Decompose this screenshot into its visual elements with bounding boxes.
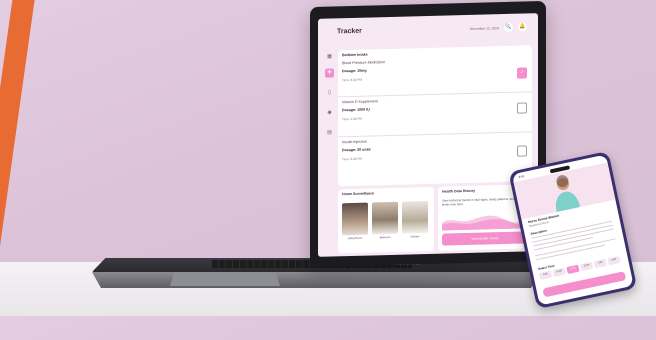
search-icon[interactable]: 🔍 <box>504 22 513 33</box>
page-title: Tracker <box>337 27 362 36</box>
camera-icon[interactable]: ◉ <box>325 108 334 117</box>
trackpad <box>170 272 280 286</box>
time-slot[interactable]: 10:00 <box>552 267 566 277</box>
app-screen: Tracker November 12, 2024 🔍 🔔 ▦ ✚ ▯ ◉ ▤ … <box>318 13 538 257</box>
doc-icon[interactable]: ▤ <box>325 128 334 137</box>
time-slot[interactable]: 2:00 <box>607 255 621 266</box>
medication-dose: Dosage: 20 units <box>342 147 371 153</box>
time-slot-selected[interactable]: 11:00 <box>566 264 580 275</box>
top-bar: Tracker November 12, 2024 🔍 🔔 <box>318 13 538 47</box>
time-slot[interactable]: 9:00 <box>538 270 553 280</box>
camera-label: Living Room <box>347 236 363 241</box>
medication-time: Time: 2:00 PM <box>342 116 363 122</box>
phone-status-time: 9:41 <box>518 173 525 180</box>
medication-row: Vitamin D Supplement Dosage: 1000 IU Tim… <box>338 91 532 138</box>
camera-feed-kitchen[interactable] <box>402 201 428 234</box>
laptop-front <box>92 272 540 288</box>
medication-dose: Dosage: 10mg <box>342 68 367 74</box>
laptop-lid: Tracker November 12, 2024 🔍 🔔 ▦ ✚ ▯ ◉ ▤ … <box>310 0 546 268</box>
sidebar: ▦ ✚ ▯ ◉ ▤ <box>324 52 335 192</box>
checkbox[interactable] <box>517 145 527 157</box>
medication-name: Blood Pressure Medication <box>342 60 385 66</box>
medication-dose: Dosage: 1000 IU <box>342 107 370 113</box>
medication-row: Insulin Injection Dosage: 20 units Time:… <box>338 131 532 176</box>
bell-icon[interactable]: 🔔 <box>518 22 527 32</box>
camera-label: Kitchen <box>410 235 420 239</box>
time-slot[interactable]: 1:00 <box>593 258 607 269</box>
caregiver-photo <box>513 162 616 220</box>
medication-time: Time: 8:00 PM <box>342 77 363 83</box>
checkbox[interactable] <box>517 102 527 114</box>
medication-time: Time: 8:00 PM <box>342 156 363 162</box>
card-title: Health Data History <box>442 188 476 194</box>
checkbox[interactable]: ✓ <box>517 67 527 79</box>
caregiver-avatar <box>556 175 581 212</box>
medication-panel: Bedtime Intake Blood Pressure Medication… <box>338 45 532 187</box>
phone-screen: 9:41 Nurse Emma Watson Registered Nurse … <box>511 154 634 306</box>
date-label: November 12, 2024 <box>470 26 499 31</box>
medication-row: Blood Pressure Medication Dosage: 10mg T… <box>338 51 532 98</box>
camera-feed-bedroom[interactable] <box>372 201 398 235</box>
grid-icon[interactable]: ▦ <box>325 52 334 61</box>
pill-icon[interactable]: ✚ <box>325 68 334 78</box>
phone-icon[interactable]: ▯ <box>325 88 334 97</box>
phone-body: 9:41 Nurse Emma Watson Registered Nurse … <box>508 150 638 310</box>
card-title: Home Surveillance <box>342 191 375 197</box>
time-slot[interactable]: 12:00 <box>580 261 594 272</box>
surveillance-card: Home Surveillance Living Room Bedroom Ki… <box>338 186 434 254</box>
camera-label: Bedroom <box>379 235 391 240</box>
camera-feed-living-room[interactable] <box>342 202 368 236</box>
medication-name: Insulin Injection <box>342 139 367 145</box>
medication-name: Vitamin D Supplement <box>342 99 378 105</box>
